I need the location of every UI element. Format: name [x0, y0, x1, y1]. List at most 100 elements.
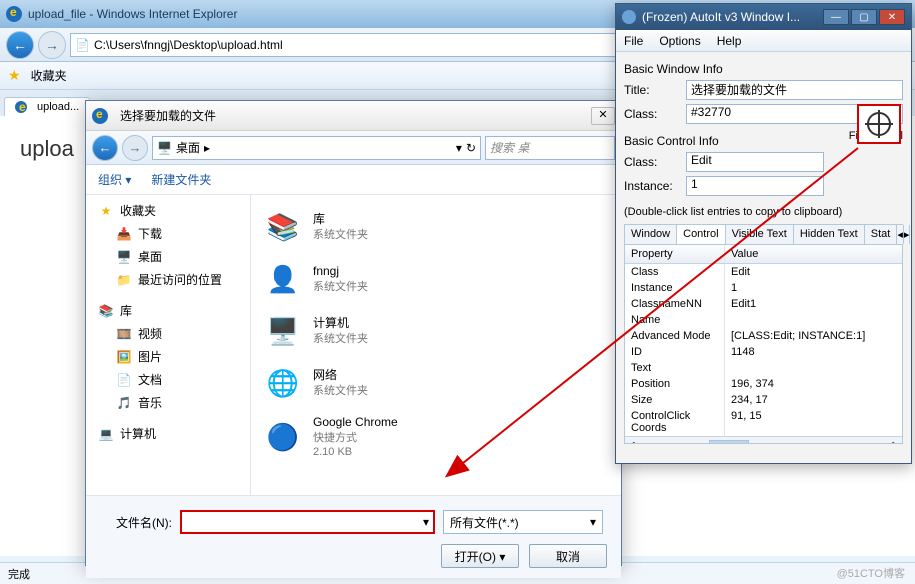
- dialog-close-button[interactable]: ✕: [591, 107, 615, 125]
- filename-input[interactable]: ▾: [180, 510, 435, 534]
- tab-control[interactable]: Control: [677, 225, 725, 244]
- page-icon: 📄: [75, 38, 90, 52]
- dialog-toolbar: 组织 ▾ 新建文件夹: [86, 165, 621, 195]
- prop-value: Edit1: [725, 296, 902, 312]
- sidebar-desktop[interactable]: 🖥️桌面: [86, 245, 250, 268]
- list-item[interactable]: 📚库系统文件夹: [257, 201, 615, 253]
- dialog-back-button[interactable]: ←: [92, 135, 118, 161]
- item-icon: 📚: [263, 207, 303, 247]
- item-name: Google Chrome: [313, 415, 398, 431]
- prop-name: ClassnameNN: [625, 296, 725, 312]
- autoit-icon: [622, 10, 636, 24]
- organize-button[interactable]: 组织 ▾: [98, 171, 131, 188]
- sidebar-music[interactable]: 🎵音乐: [86, 391, 250, 414]
- property-table[interactable]: Property Value ClassEditInstance1Classna…: [624, 244, 903, 444]
- desktop-icon: 🖥️: [157, 141, 172, 155]
- url-bar[interactable]: 📄 ▾: [70, 33, 653, 57]
- chevron-right-icon[interactable]: ▸: [204, 141, 210, 155]
- nav-forward-button[interactable]: →: [38, 31, 66, 59]
- nav-back-button[interactable]: ←: [6, 31, 34, 59]
- autoit-tabs: Window Control Visible Text Hidden Text …: [624, 224, 903, 244]
- list-item[interactable]: 🌐网络系统文件夹: [257, 357, 615, 409]
- scroll-right-icon[interactable]: ▸: [888, 439, 902, 444]
- filetype-text: 所有文件(*.*): [450, 514, 519, 531]
- sidebar-libraries-header[interactable]: 📚库: [86, 299, 250, 322]
- file-list[interactable]: 📚库系统文件夹👤fnngj系统文件夹 🖥️ 计算机 系统文件夹 🌐网络系统文件夹 🔵 Goo…: [251, 195, 621, 495]
- path-dropdown-icon[interactable]: ▾: [456, 141, 462, 155]
- ctrl-class-field[interactable]: Edit: [686, 152, 824, 172]
- new-folder-button[interactable]: 新建文件夹: [151, 171, 211, 188]
- item-icon: 🔵: [263, 417, 303, 457]
- menu-file[interactable]: File: [624, 34, 643, 48]
- menu-options[interactable]: Options: [659, 34, 700, 48]
- filetype-select[interactable]: 所有文件(*.*) ▾: [443, 510, 603, 534]
- dialog-icon: [92, 108, 108, 124]
- tab-upload[interactable]: upload...: [4, 97, 90, 116]
- table-row[interactable]: ID1148: [625, 344, 902, 360]
- item-icon: 🖥️: [263, 311, 303, 351]
- table-row[interactable]: Instance1: [625, 280, 902, 296]
- star-icon[interactable]: ★: [8, 67, 21, 84]
- dialog-forward-button[interactable]: →: [122, 135, 148, 161]
- tab-visible-text[interactable]: Visible Text: [726, 225, 794, 244]
- favorites-label[interactable]: 收藏夹: [31, 67, 67, 84]
- recent-icon: 📁: [116, 272, 132, 288]
- item-sub: 系统文件夹: [313, 228, 368, 242]
- dialog-titlebar[interactable]: 选择要加载的文件 ✕: [86, 101, 621, 131]
- filename-dropdown-icon[interactable]: ▾: [423, 515, 429, 529]
- ctrl-class-label: Class:: [624, 155, 680, 169]
- th-value[interactable]: Value: [725, 245, 902, 263]
- prop-value: Edit: [725, 264, 902, 280]
- dialog-search[interactable]: 搜索 桌: [485, 136, 615, 160]
- menu-help[interactable]: Help: [717, 34, 742, 48]
- finder-tool[interactable]: [857, 104, 901, 144]
- music-icon: 🎵: [116, 395, 132, 411]
- table-row[interactable]: Position196, 374: [625, 376, 902, 392]
- prop-value: 196, 374: [725, 376, 902, 392]
- tab-hidden-text[interactable]: Hidden Text: [794, 225, 865, 244]
- tab-stat[interactable]: Stat: [865, 225, 898, 244]
- list-item[interactable]: 👤fnngj系统文件夹: [257, 253, 615, 305]
- table-row[interactable]: ControlClick Coords91, 15: [625, 408, 902, 436]
- sidebar-recent[interactable]: 📁最近访问的位置: [86, 268, 250, 291]
- cancel-button[interactable]: 取消: [529, 544, 607, 568]
- sidebar-favorites-header[interactable]: ★收藏夹: [86, 199, 250, 222]
- autoit-titlebar[interactable]: (Frozen) AutoIt v3 Window I... — ▢ ✕: [616, 4, 911, 30]
- sidebar-computer[interactable]: 💻计算机: [86, 422, 250, 445]
- table-row[interactable]: ClassEdit: [625, 264, 902, 280]
- folder-icon: 📥: [116, 226, 132, 242]
- tab-window[interactable]: Window: [625, 225, 677, 244]
- item-sub: 系统文件夹: [313, 280, 368, 294]
- instance-field[interactable]: 1: [686, 176, 824, 196]
- instance-label: Instance:: [624, 179, 680, 193]
- table-hscroll[interactable]: ◂ ▸: [625, 436, 902, 444]
- open-button[interactable]: 打开(O) ▾: [441, 544, 519, 568]
- minimize-button[interactable]: —: [823, 9, 849, 25]
- sidebar-pictures[interactable]: 🖼️图片: [86, 345, 250, 368]
- dialog-path-bar[interactable]: 🖥️ 桌面 ▸ ▾ ↻: [152, 136, 481, 160]
- close-button[interactable]: ✕: [879, 9, 905, 25]
- url-input[interactable]: [94, 38, 638, 52]
- item-name: 计算机: [313, 316, 368, 332]
- sidebar-videos[interactable]: 🎞️视频: [86, 322, 250, 345]
- table-row[interactable]: Advanced Mode[CLASS:Edit; INSTANCE:1]: [625, 328, 902, 344]
- maximize-button[interactable]: ▢: [851, 9, 877, 25]
- scroll-left-icon[interactable]: ◂: [625, 439, 639, 444]
- table-row[interactable]: Name: [625, 312, 902, 328]
- list-item[interactable]: 🖥️计算机系统文件夹: [257, 305, 615, 357]
- title-field[interactable]: 选择要加载的文件: [686, 80, 903, 100]
- tab-scroll-right[interactable]: ▸: [904, 225, 911, 244]
- list-item[interactable]: 🔵Google Chrome快捷方式2.10 KB: [257, 409, 615, 465]
- table-row[interactable]: Size234, 17: [625, 392, 902, 408]
- filetype-dropdown-icon[interactable]: ▾: [590, 515, 596, 529]
- autoit-menu: File Options Help: [616, 30, 911, 52]
- table-row[interactable]: ClassnameNNEdit1: [625, 296, 902, 312]
- th-property[interactable]: Property: [625, 245, 725, 263]
- tab-icon: [15, 101, 27, 113]
- sidebar-documents[interactable]: 📄文档: [86, 368, 250, 391]
- prop-name: Size: [625, 392, 725, 408]
- table-row[interactable]: Text: [625, 360, 902, 376]
- scroll-thumb[interactable]: [709, 440, 749, 445]
- path-refresh-icon[interactable]: ↻: [466, 141, 476, 155]
- sidebar-downloads[interactable]: 📥下载: [86, 222, 250, 245]
